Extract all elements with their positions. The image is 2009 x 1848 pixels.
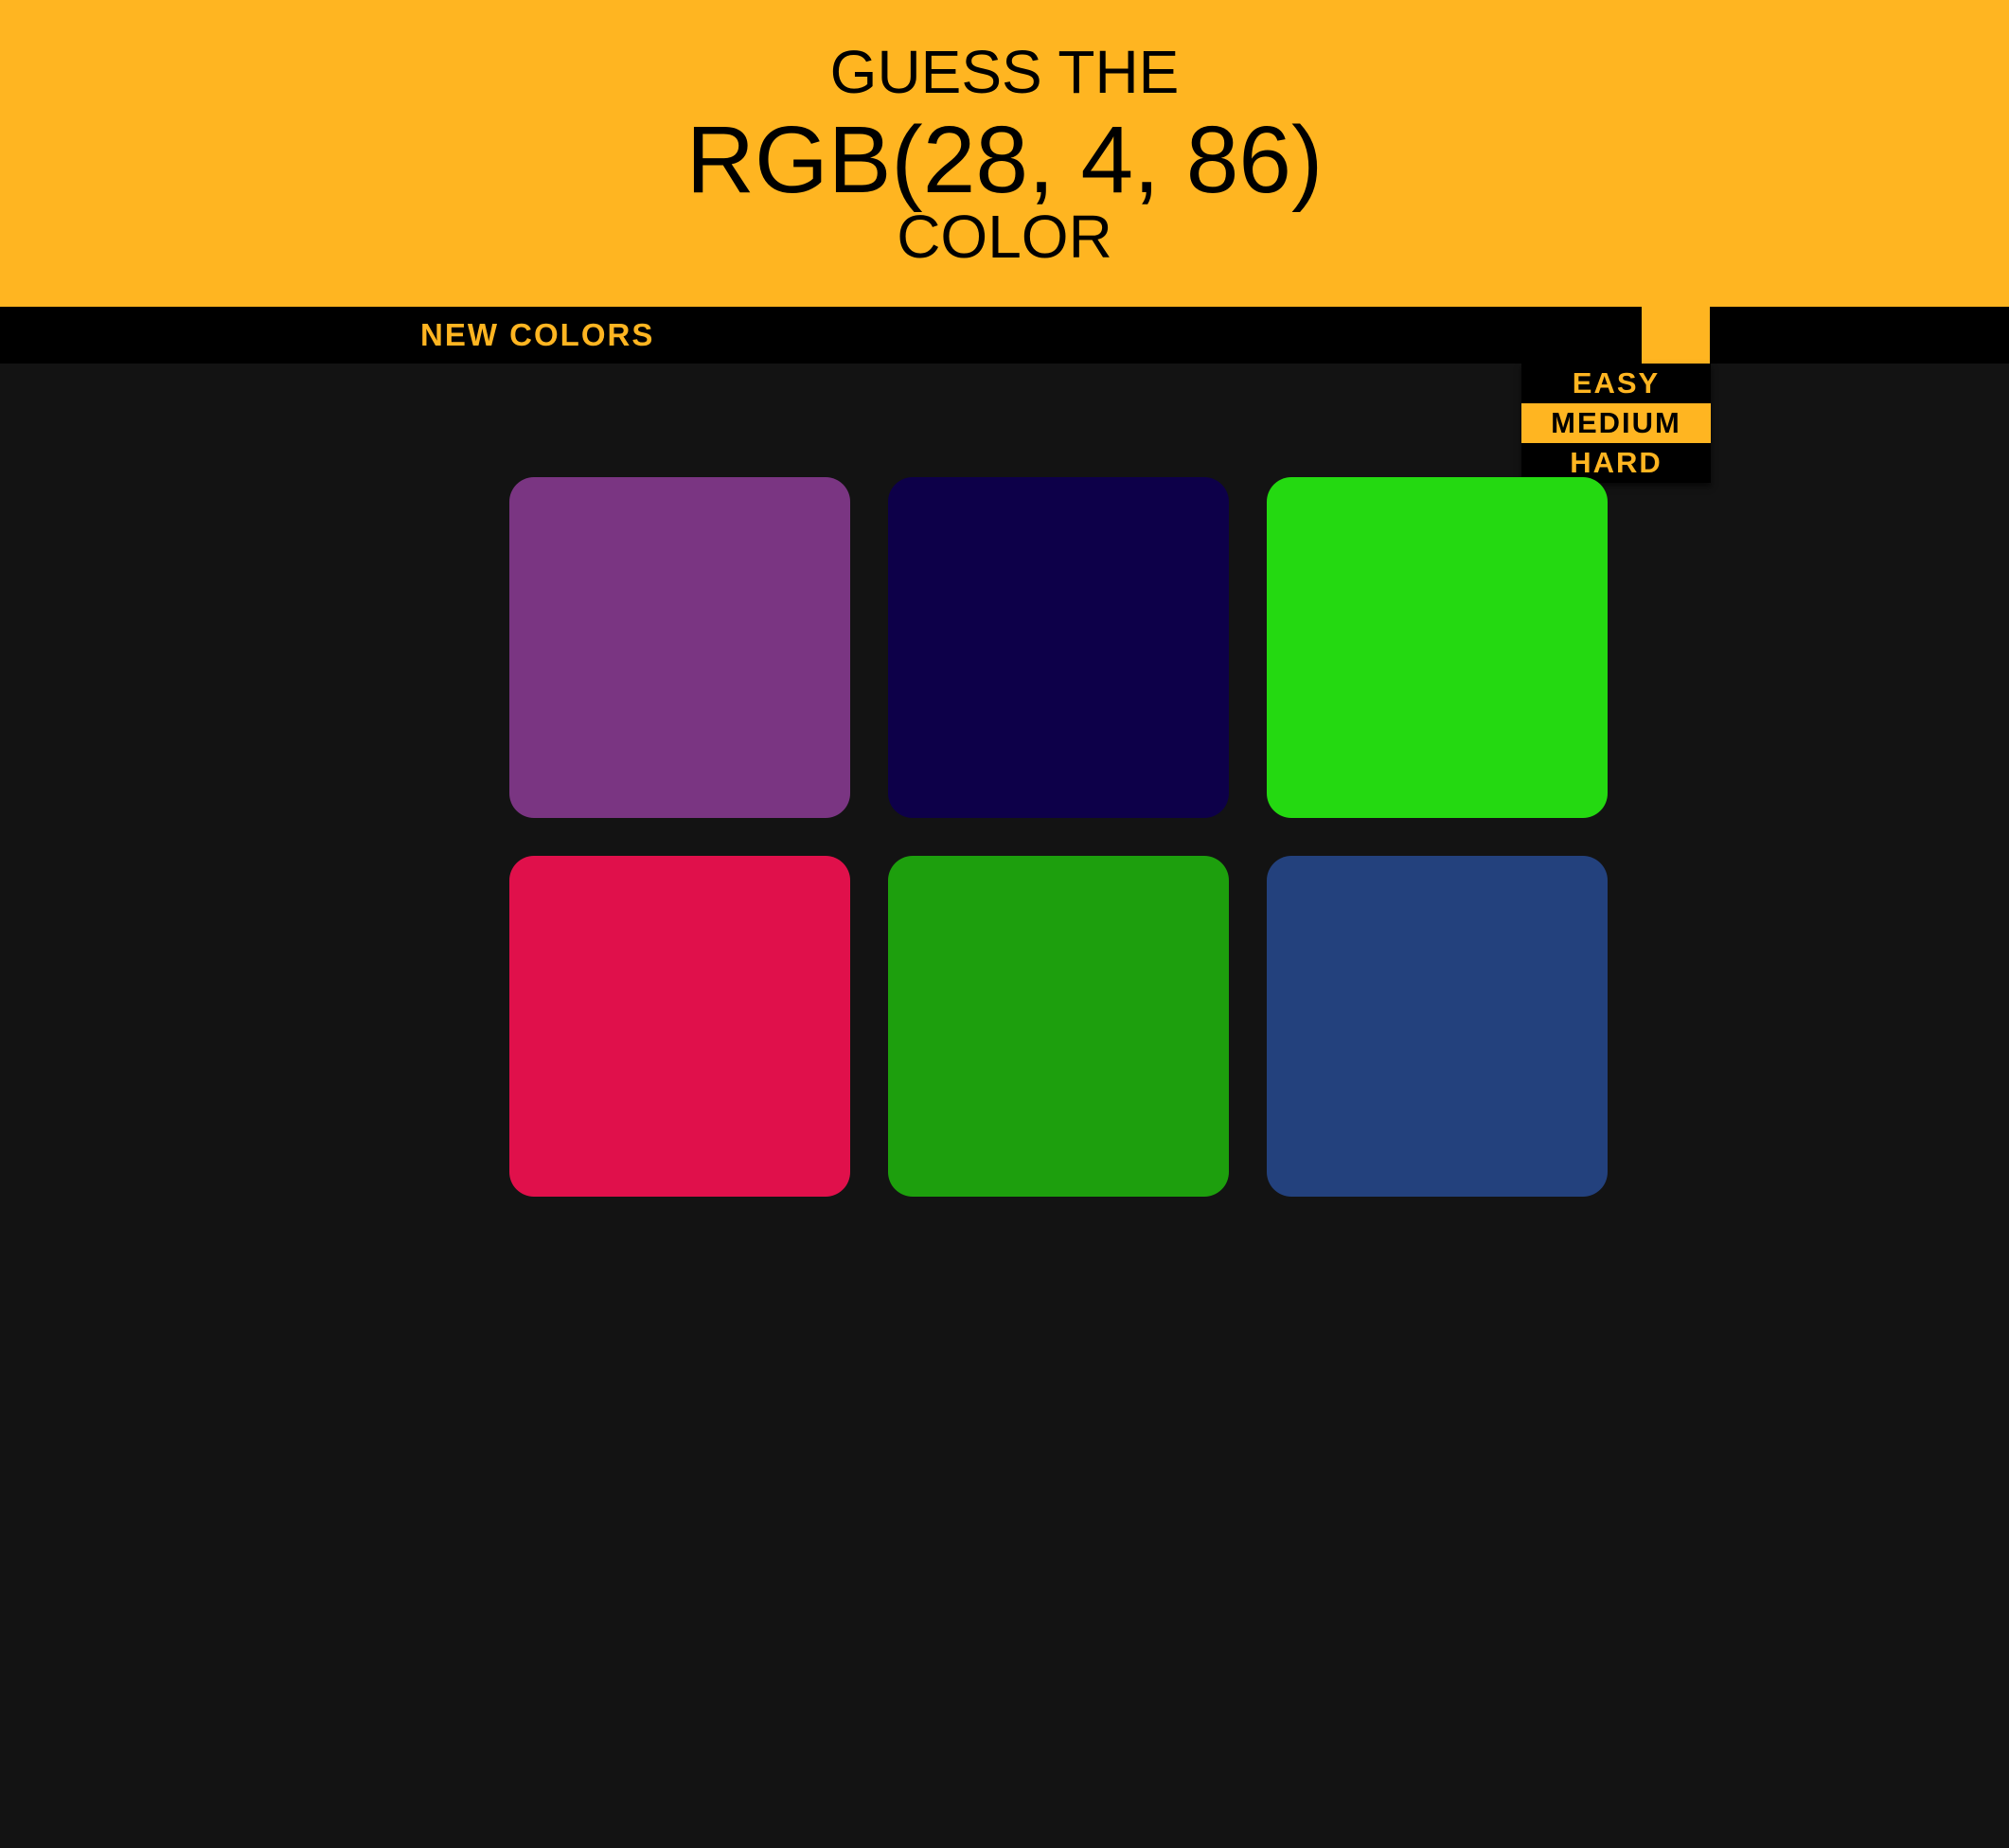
color-square[interactable] — [888, 856, 1229, 1197]
title-line-guess-the: GUESS THE — [829, 38, 1180, 106]
header-banner: GUESS THE RGB(28, 4, 86) COLOR — [0, 0, 2009, 307]
difficulty-medium[interactable]: MEDIUM — [1521, 403, 1711, 443]
difficulty-easy[interactable]: EASY — [1521, 364, 1711, 403]
difficulty-menu: EASY MEDIUM HARD — [1521, 364, 1711, 483]
color-square[interactable] — [509, 856, 850, 1197]
difficulty-menu-toggle[interactable] — [1642, 307, 1710, 364]
color-square[interactable] — [1267, 477, 1608, 818]
color-square[interactable] — [509, 477, 850, 818]
new-colors-button[interactable]: NEW COLORS — [420, 307, 654, 364]
title-line-color: COLOR — [897, 203, 1112, 271]
color-square[interactable] — [1267, 856, 1608, 1197]
color-square[interactable] — [888, 477, 1229, 818]
target-rgb-value: RGB(28, 4, 86) — [685, 107, 1324, 213]
